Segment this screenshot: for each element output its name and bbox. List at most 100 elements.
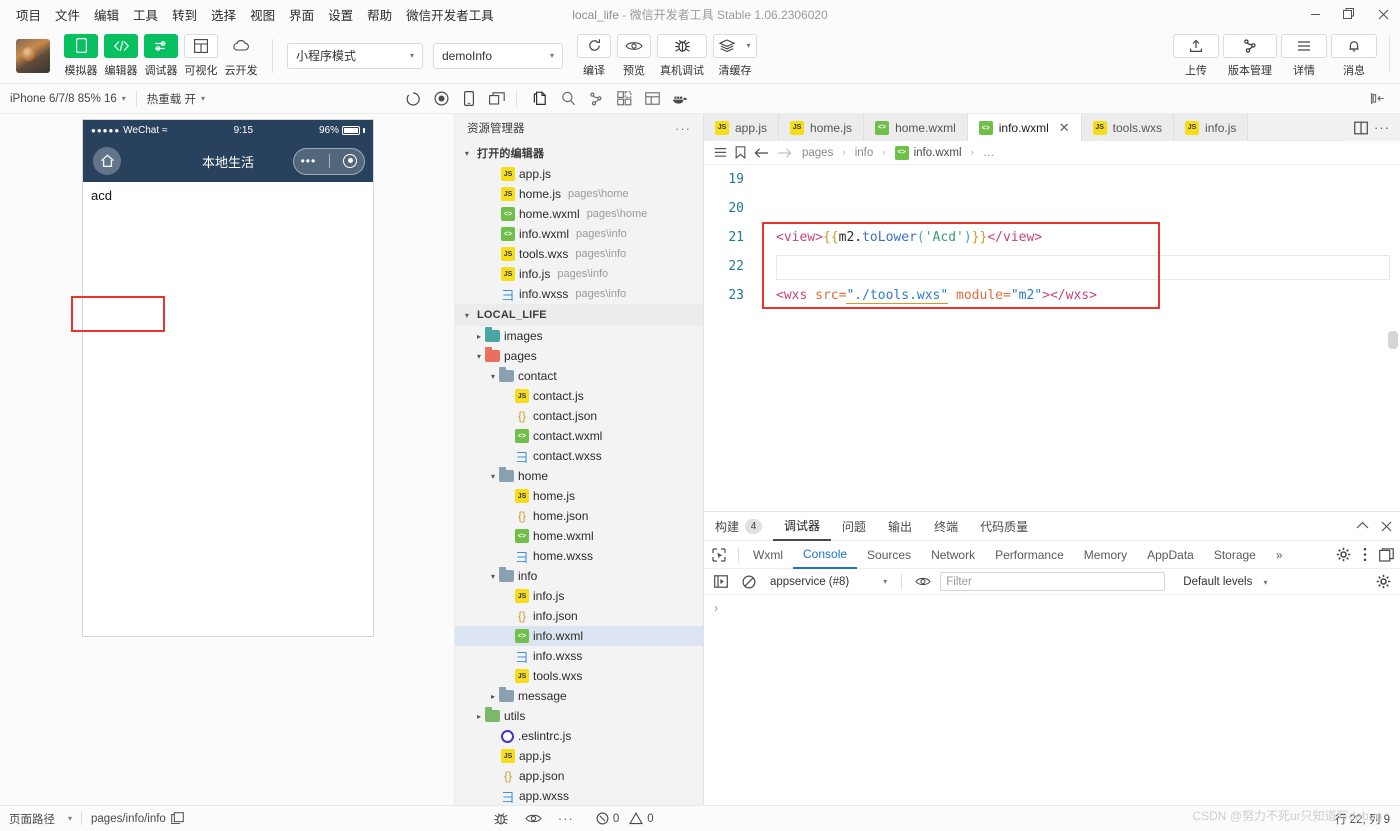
preview-button[interactable]: 预览 [617, 33, 651, 78]
console-context-select[interactable]: appservice (#8) ▾ [766, 576, 891, 588]
eye-icon[interactable] [912, 572, 934, 592]
tree-item-file-selected[interactable]: <> info.wxml [455, 626, 703, 646]
clear-console-icon[interactable] [738, 572, 760, 592]
search-icon[interactable] [555, 86, 581, 112]
menu-item-goto[interactable]: 转到 [165, 1, 204, 28]
refresh-circle-icon[interactable] [400, 86, 426, 112]
tab-info-js[interactable]: JS info.js [1174, 114, 1249, 141]
open-editor-item[interactable]: JS home.js pages\home [455, 184, 703, 204]
open-editors-section-header[interactable]: ▾ 打开的编辑器 [455, 142, 703, 164]
devtool-tab-storage[interactable]: Storage [1204, 541, 1266, 569]
panel-tab-output[interactable]: 输出 [877, 512, 923, 541]
code-editor[interactable]: 19 20 21 <view>{{m2.toLower('Acd')}}</vi… [704, 165, 1400, 511]
mode-select[interactable]: 小程序模式 ▾ [287, 42, 423, 69]
compile-button[interactable]: 编译 [577, 33, 611, 78]
multi-window-icon[interactable] [484, 86, 510, 112]
menu-item-help[interactable]: 帮助 [360, 1, 399, 28]
forward-arrow-icon[interactable] [777, 147, 792, 159]
tree-item-message-folder[interactable]: ▸ message [455, 686, 703, 706]
devtool-tab-appdata[interactable]: AppData [1137, 541, 1204, 569]
settings-gear-icon[interactable] [1372, 572, 1394, 592]
breadcrumb-segment-info[interactable]: info [855, 147, 874, 159]
devtool-tab-memory[interactable]: Memory [1074, 541, 1137, 569]
tree-item-file[interactable]: 彐 contact.wxss [455, 446, 703, 466]
bookmark-icon[interactable] [735, 146, 746, 159]
devtool-tab-wxml[interactable]: Wxml [743, 541, 793, 569]
explorer-tree-scroll[interactable]: ▾ 打开的编辑器 JS app.js JS home.js pages\home… [455, 142, 703, 807]
devtool-tab-network[interactable]: Network [921, 541, 985, 569]
tab-app-js[interactable]: JS app.js [704, 114, 780, 141]
cloud-toggle-button[interactable]: 云开发 [224, 34, 258, 78]
tab-home-wxml[interactable]: <> home.wxml [864, 114, 968, 141]
devtool-tab-console[interactable]: Console [793, 541, 858, 569]
messages-button[interactable]: 消息 [1331, 33, 1377, 78]
close-panel-icon[interactable] [1381, 521, 1392, 532]
tree-item-utils[interactable]: ▸ utils [455, 706, 703, 726]
panel-tab-code-quality[interactable]: 代码质量 [969, 512, 1039, 541]
debugger-toggle-button[interactable]: 调试器 [144, 33, 178, 78]
problem-counts[interactable]: 0 0 [596, 812, 654, 825]
back-arrow-icon[interactable] [754, 147, 769, 159]
tree-item-images[interactable]: ▸ images [455, 326, 703, 346]
tree-item-info-folder[interactable]: ▾ info [455, 566, 703, 586]
panel-tab-debugger[interactable]: 调试器 [773, 512, 832, 541]
tree-item-file[interactable]: JS info.js [455, 586, 703, 606]
details-button[interactable]: 详情 [1281, 33, 1327, 78]
open-editor-item[interactable]: 彐 info.wxss pages\info [455, 284, 703, 304]
branch-icon[interactable] [583, 86, 609, 112]
maximize-button[interactable] [1332, 0, 1366, 28]
clear-cache-button[interactable]: ▾ 清缓存 [713, 33, 757, 78]
breadcrumb-segment-more[interactable]: … [983, 147, 995, 159]
panel-tab-terminal[interactable]: 终端 [923, 512, 969, 541]
eye-icon[interactable] [525, 813, 542, 824]
execute-icon[interactable] [710, 572, 732, 592]
copy-icon[interactable] [170, 812, 184, 825]
menu-item-project[interactable]: 项目 [9, 1, 48, 28]
devtool-tab-sources[interactable]: Sources [857, 541, 921, 569]
bug-icon[interactable] [493, 812, 509, 826]
menu-item-settings[interactable]: 设置 [321, 1, 360, 28]
console-levels-select[interactable]: Default levels ▾ [1183, 576, 1267, 588]
breadcrumb-segment-pages[interactable]: pages [802, 147, 833, 159]
console-output[interactable]: › [704, 595, 1400, 805]
collapse-icon[interactable] [1356, 521, 1369, 532]
device-icon[interactable] [456, 86, 482, 112]
open-editor-item[interactable]: <> home.wxml pages\home [455, 204, 703, 224]
panel-tab-build[interactable]: 构建 4 [704, 512, 773, 541]
tree-item-file[interactable]: 彐 info.wxss [455, 646, 703, 666]
devtool-tab-performance[interactable]: Performance [985, 541, 1074, 569]
editor-toggle-button[interactable]: 编辑器 [104, 33, 138, 78]
tree-item-file[interactable]: {} app.json [455, 766, 703, 786]
close-tab-icon[interactable]: ✕ [1059, 120, 1070, 136]
visual-toggle-button[interactable]: 可视化 [184, 33, 218, 78]
capsule-button[interactable]: ••• [293, 147, 365, 175]
tree-item-file[interactable]: {} info.json [455, 606, 703, 626]
more-actions-icon[interactable]: ··· [1374, 120, 1390, 135]
menu-item-devtools[interactable]: 微信开发者工具 [399, 1, 501, 28]
project-section-header[interactable]: ▾ LOCAL_LIFE [455, 304, 703, 326]
device-selector[interactable]: iPhone 6/7/8 85% 16 ▾ [0, 84, 136, 114]
dock-icon[interactable] [1379, 547, 1394, 562]
tree-item-file[interactable]: <> contact.wxml [455, 426, 703, 446]
list-icon[interactable] [714, 147, 727, 159]
tree-item-file[interactable]: JS tools.wxs [455, 666, 703, 686]
settings-gear-icon[interactable] [1336, 547, 1351, 562]
hot-reload-selector[interactable]: 热重载 开 ▾ [137, 84, 215, 114]
tree-item-file[interactable]: <> home.wxml [455, 526, 703, 546]
simulator-toggle-button[interactable]: 模拟器 [64, 33, 98, 78]
menu-item-interface[interactable]: 界面 [282, 1, 321, 28]
minimize-button[interactable] [1298, 0, 1332, 28]
tree-item-file[interactable]: .eslintrc.js [455, 726, 703, 746]
version-control-button[interactable]: 版本管理 [1223, 33, 1277, 78]
more-icon[interactable]: ··· [558, 811, 574, 826]
tree-item-file[interactable]: JS app.js [455, 746, 703, 766]
tree-item-file[interactable]: {} contact.json [455, 406, 703, 426]
plugin-icon[interactable] [611, 86, 637, 112]
console-filter-input[interactable] [940, 572, 1166, 591]
tab-info-wxml[interactable]: <> info.wxml ✕ [967, 114, 1082, 141]
open-editor-item[interactable]: JS app.js [455, 164, 703, 184]
panel-icon[interactable] [639, 86, 665, 112]
tree-item-pages[interactable]: ▾ pages [455, 346, 703, 366]
tree-item-contact-folder[interactable]: ▾ contact [455, 366, 703, 386]
tree-item-file[interactable]: 彐 app.wxss [455, 786, 703, 806]
